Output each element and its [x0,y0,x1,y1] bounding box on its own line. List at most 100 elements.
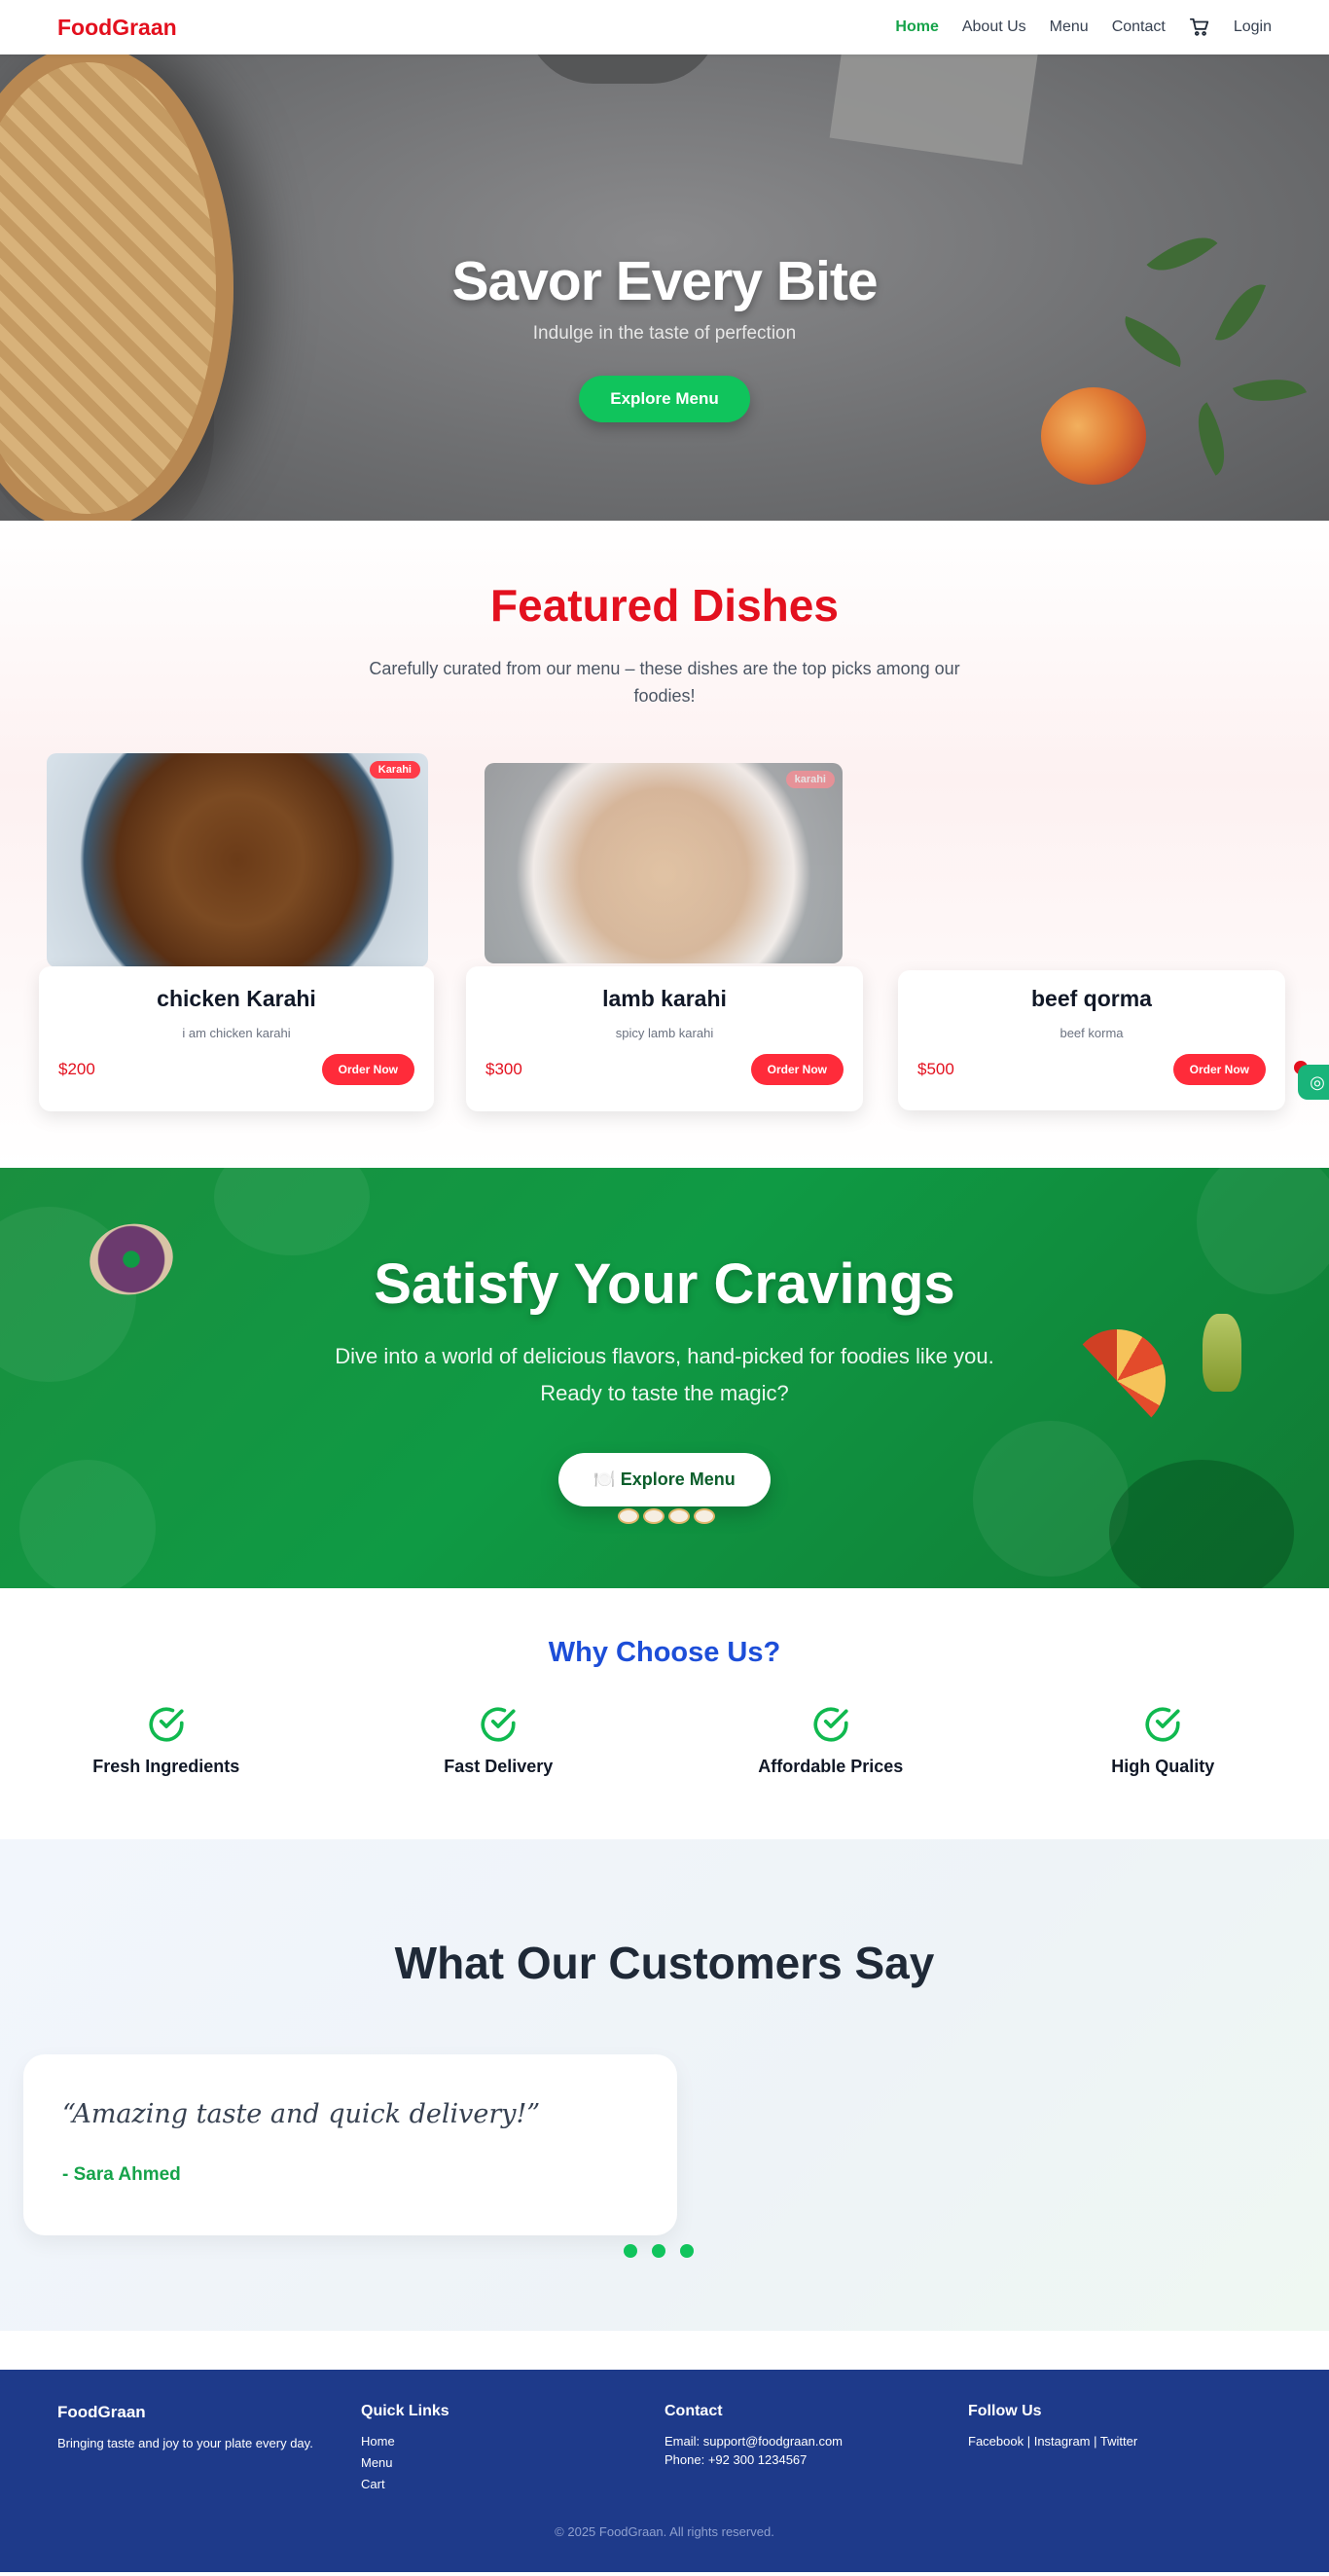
feature-item: High Quality [1017,1704,1309,1777]
footer-brand: FoodGraan [57,2403,146,2421]
social-link-twitter[interactable]: Twitter [1100,2434,1137,2449]
dish-name: beef qorma [1031,986,1152,1011]
why-features: Fresh Ingredients Fast Delivery Affordab… [0,1704,1329,1777]
feature-item: Fast Delivery [352,1704,644,1777]
cart-icon[interactable] [1189,17,1210,38]
testimonial-author: - Sara Ahmed [62,2164,181,2185]
dish-footer: $500 Order Now [898,1054,1285,1085]
brand-logo[interactable]: FoodGraan [57,15,177,41]
footer-columns: FoodGraan Bringing taste and joy to your… [57,2403,1272,2491]
check-circle-icon [352,1704,644,1745]
dish-price: $200 [58,1060,95,1078]
cravings-title: Satisfy Your Cravings [374,1252,955,1316]
social-separator: | [1090,2434,1100,2449]
nav-links: Home About Us Menu Contact Login [895,17,1272,38]
hero-explore-menu-button[interactable]: Explore Menu [579,376,750,422]
testimonials-section: What Our Customers Say “Amazing taste an… [0,1839,1329,2331]
dish-card: beef qorma beef korma $500 Order Now [898,970,1285,1110]
nav-link-home[interactable]: Home [895,18,938,36]
why-choose-us-section: Why Choose Us? Fresh Ingredients Fast De… [0,1588,1329,1839]
cravings-banner: Satisfy Your Cravings Dive into a world … [0,1168,1329,1588]
hero-bowl-decoration [525,54,720,84]
testimonial-quote: “Amazing taste and quick delivery!” [62,2099,541,2129]
footer-quick-links: Quick Links Home Menu Cart [361,2403,664,2491]
testimonial-card: “Amazing taste and quick delivery!” - Sa… [23,2054,677,2235]
dish-name: chicken Karahi [157,986,316,1011]
hero-content: Savor Every Bite Indulge in the taste of… [0,249,1329,422]
dish-description: spicy lamb karahi [615,1026,714,1040]
contact-email: Email: support@foodgraan.com [664,2434,844,2449]
nav-link-contact[interactable]: Contact [1112,18,1166,36]
feature-label: High Quality [1111,1757,1215,1776]
why-title: Why Choose Us? [548,1637,781,1668]
dish-price: $300 [485,1060,522,1078]
dish-footer: $300 Order Now [466,1054,863,1085]
background-blob [19,1460,156,1588]
footer-link-home[interactable]: Home [361,2434,664,2449]
nav-link-login[interactable]: Login [1234,18,1272,36]
dish-description: beef korma [1060,1026,1124,1040]
dish-card: chicken Karahi i am chicken karahi $200 … [39,966,434,1111]
order-now-button[interactable]: Order Now [1172,1054,1266,1085]
footer-link-menu[interactable]: Menu [361,2455,664,2470]
cravings-subtitle: Dive into a world of delicious flavors, … [335,1344,994,1405]
dish-badge: Karahi [369,761,420,779]
hero-napkin-decoration [829,54,1039,165]
dish-description: i am chicken karahi [182,1026,291,1040]
featured-dishes-section: Featured Dishes Carefully curated from o… [0,521,1329,1168]
dish-badge: karahi [785,771,835,788]
oil-bottle-image [1203,1314,1241,1392]
featured-title: Featured Dishes [490,580,839,631]
contact-phone: Phone: +92 300 1234567 [664,2452,808,2467]
footer-about: FoodGraan Bringing taste and joy to your… [57,2403,361,2491]
dish-name: lamb karahi [602,986,727,1011]
carousel-dot[interactable] [652,2244,665,2258]
nav-link-menu[interactable]: Menu [1050,18,1089,36]
check-circle-icon [20,1704,312,1745]
contact-heading: Contact [664,2403,723,2419]
follow-heading: Follow Us [968,2403,1042,2419]
chat-widget-icon[interactable]: ◎ [1298,1065,1329,1100]
carousel-dot[interactable] [624,2244,637,2258]
check-circle-icon [1017,1704,1309,1745]
pizza-slice-image [1068,1329,1166,1433]
nav-link-about[interactable]: About Us [962,18,1026,36]
section-spacer [0,2331,1329,2370]
carousel-dot[interactable] [680,2244,694,2258]
feature-item: Fresh Ingredients [20,1704,312,1777]
social-separator: | [1024,2434,1034,2449]
hero-section: Savor Every Bite Indulge in the taste of… [0,54,1329,521]
cravings-explore-menu-button[interactable]: 🍽️ Explore Menu [558,1453,771,1506]
social-link-instagram[interactable]: Instagram [1034,2434,1091,2449]
navbar: FoodGraan Home About Us Menu Contact Log… [0,0,1329,54]
background-blob [973,1421,1129,1577]
footer: FoodGraan Bringing taste and joy to your… [0,2370,1329,2572]
feature-label: Fresh Ingredients [92,1757,240,1776]
hero-title: Savor Every Bite [451,250,878,312]
social-link-facebook[interactable]: Facebook [968,2434,1024,2449]
order-now-button[interactable]: Order Now [750,1054,844,1085]
quick-links-heading: Quick Links [361,2403,449,2419]
check-circle-icon [685,1704,977,1745]
social-links: Facebook | Instagram | Twitter [968,2434,1272,2449]
carousel-dots [624,2244,694,2258]
featured-subtitle: Carefully curated from our menu – these … [369,659,960,706]
dish-cards: Karahi chicken Karahi i am chicken karah… [0,753,1329,1113]
testimonials-title: What Our Customers Say [394,1938,935,1988]
plates-decoration [603,1508,730,1532]
footer-tagline: Bringing taste and joy to your plate eve… [57,2436,313,2450]
footer-contact: Contact Email: support@foodgraan.com Pho… [664,2403,968,2491]
footer-link-cart[interactable]: Cart [361,2477,664,2491]
dish-footer: $200 Order Now [39,1054,434,1085]
pot-image [1109,1460,1294,1588]
dish-image-chicken-karahi: Karahi [47,753,428,967]
feature-item: Affordable Prices [685,1704,977,1777]
dish-card: lamb karahi spicy lamb karahi $300 Order… [466,966,863,1111]
order-now-button[interactable]: Order Now [321,1054,414,1085]
feature-label: Fast Delivery [444,1757,554,1776]
copyright: © 2025 FoodGraan. All rights reserved. [555,2524,774,2539]
hero-subtitle: Indulge in the taste of perfection [532,323,797,344]
footer-follow: Follow Us Facebook | Instagram | Twitter [968,2403,1272,2491]
feature-label: Affordable Prices [758,1757,904,1776]
dish-image-lamb-karahi: karahi [485,763,843,963]
